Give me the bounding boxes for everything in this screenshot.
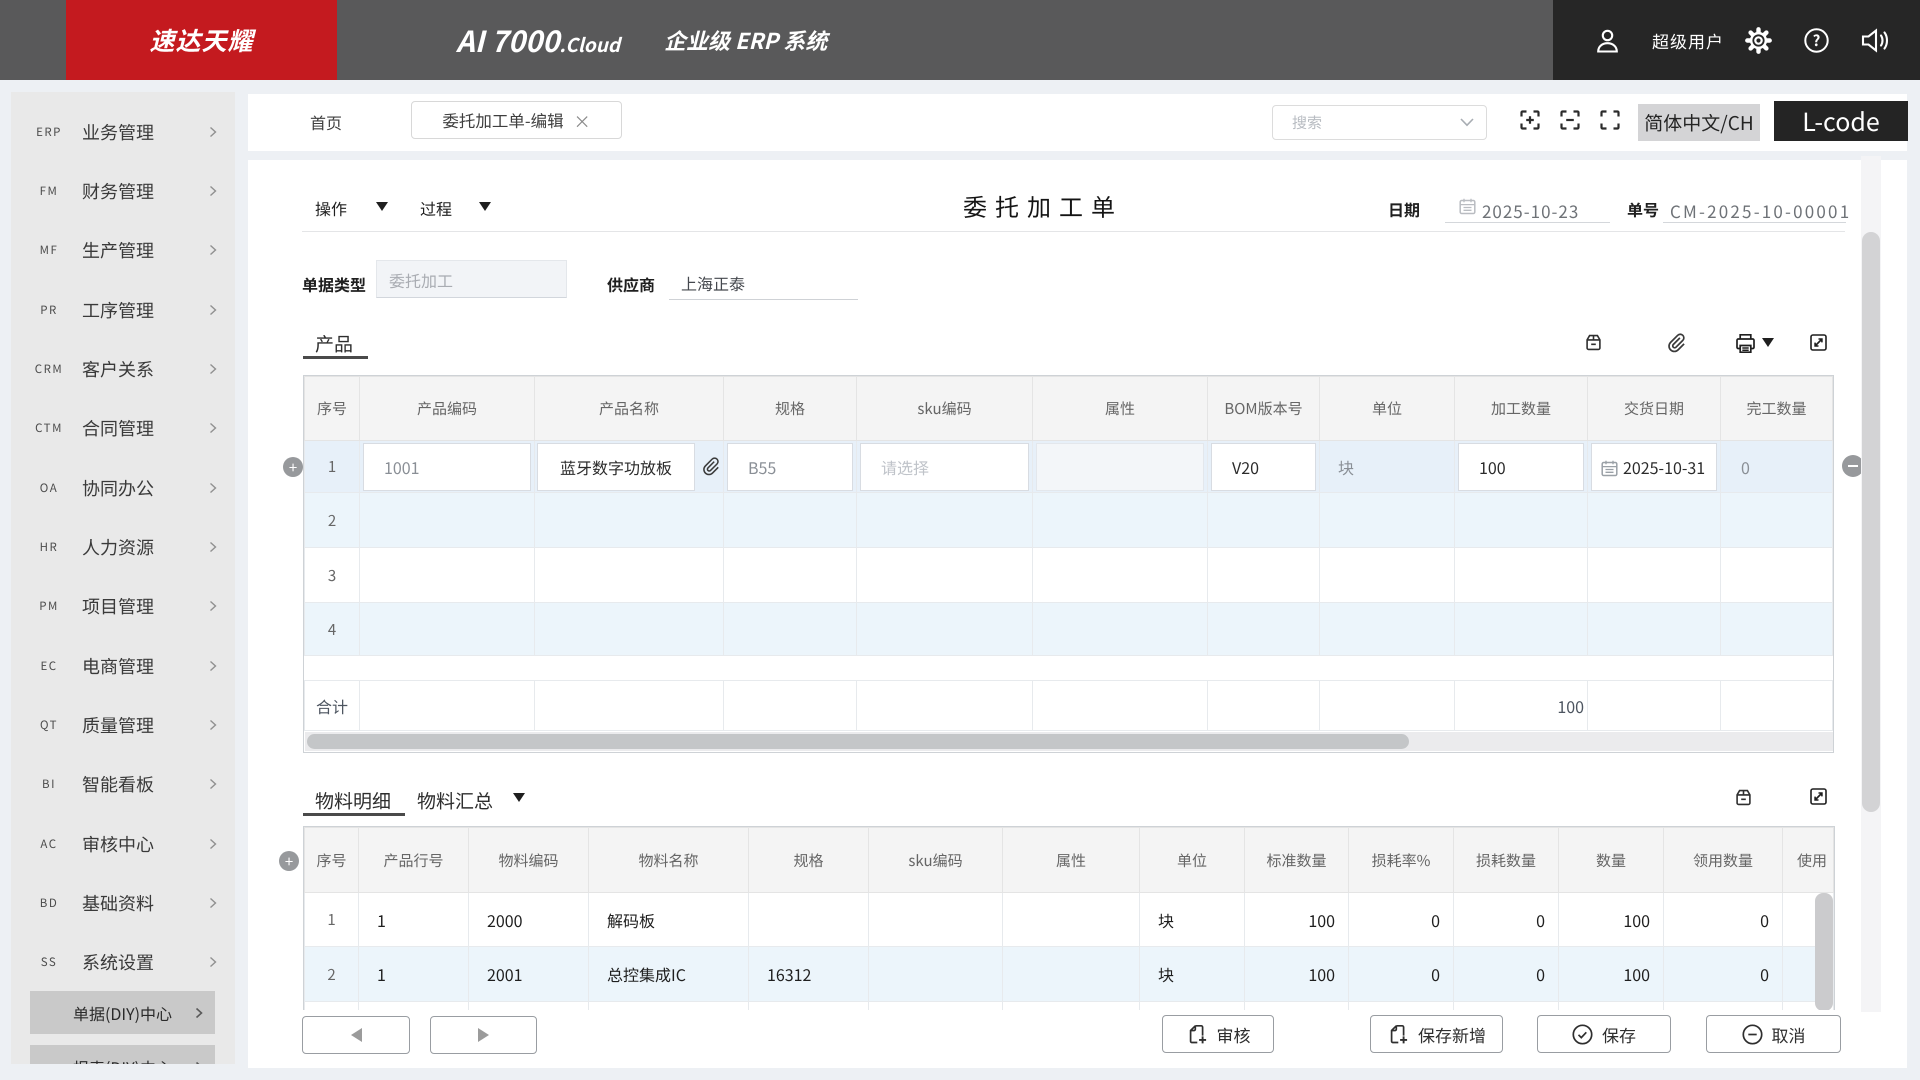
svg-text:?: ? bbox=[1813, 30, 1821, 51]
